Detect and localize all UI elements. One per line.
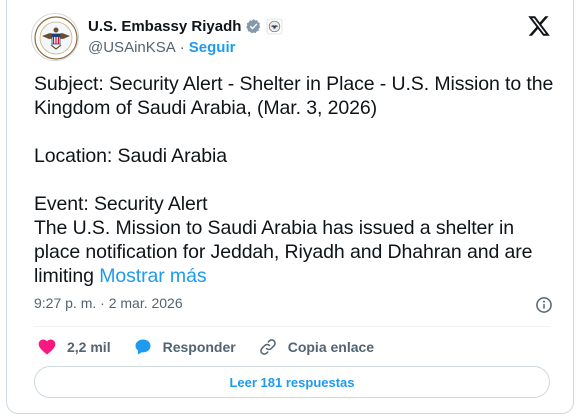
show-more-link[interactable]: Mostrar más: [99, 265, 206, 287]
name-line: U.S. Embassy Riyadh: [88, 16, 283, 36]
copy-link-button[interactable]: Copia enlace: [258, 337, 374, 357]
divider: [34, 326, 550, 327]
tweet-paragraph-last: The U.S. Mission to Saudi Arabia has iss…: [34, 216, 564, 288]
reply-bubble-icon: [135, 339, 151, 355]
tweet-card: U.S. Embassy Riyadh @USAinKSA · Seguir S…: [6, 0, 574, 414]
x-logo-icon[interactable]: [527, 14, 551, 38]
display-name[interactable]: U.S. Embassy Riyadh: [88, 18, 241, 35]
handle-line: @USAinKSA · Seguir: [88, 37, 235, 57]
like-button[interactable]: 2,2 mil: [37, 337, 111, 357]
tweet-paragraph: Subject: Security Alert - Shelter in Pla…: [34, 73, 554, 119]
like-count: 2,2 mil: [67, 339, 111, 355]
avatar[interactable]: [31, 13, 79, 61]
handle[interactable]: @USAinKSA: [88, 39, 176, 56]
read-replies-button[interactable]: Leer 181 respuestas: [34, 366, 550, 398]
us-embassy-seal-icon: [33, 15, 78, 60]
reply-label: Responder: [162, 339, 236, 355]
tweet-header: U.S. Embassy Riyadh @USAinKSA · Seguir: [29, 10, 559, 62]
timestamp[interactable]: 9:27 p. m. · 2 mar. 2026: [34, 295, 183, 311]
copy-link-label: Copia enlace: [287, 339, 375, 355]
follow-button[interactable]: Seguir: [189, 39, 236, 56]
reply-button[interactable]: Responder: [133, 337, 236, 357]
tweet-meta: 9:27 p. m. · 2 mar. 2026: [34, 295, 554, 315]
action-bar: 2,2 mil Responder Copia enlace: [37, 335, 396, 359]
tweet-paragraph: Location: Saudi Arabia: [34, 145, 227, 167]
gray-verified-badge-icon: [246, 18, 261, 33]
heart-icon: [38, 339, 56, 355]
government-seal-icon: [267, 18, 283, 34]
link-icon: [259, 339, 276, 355]
tweet-text: Subject: Security Alert - Shelter in Pla…: [34, 72, 564, 288]
info-icon[interactable]: [534, 295, 554, 315]
read-replies-label: Leer 181 respuestas: [229, 374, 355, 390]
tweet-paragraph: Event: Security Alert: [34, 193, 208, 215]
separator-dot: ·: [179, 38, 185, 56]
